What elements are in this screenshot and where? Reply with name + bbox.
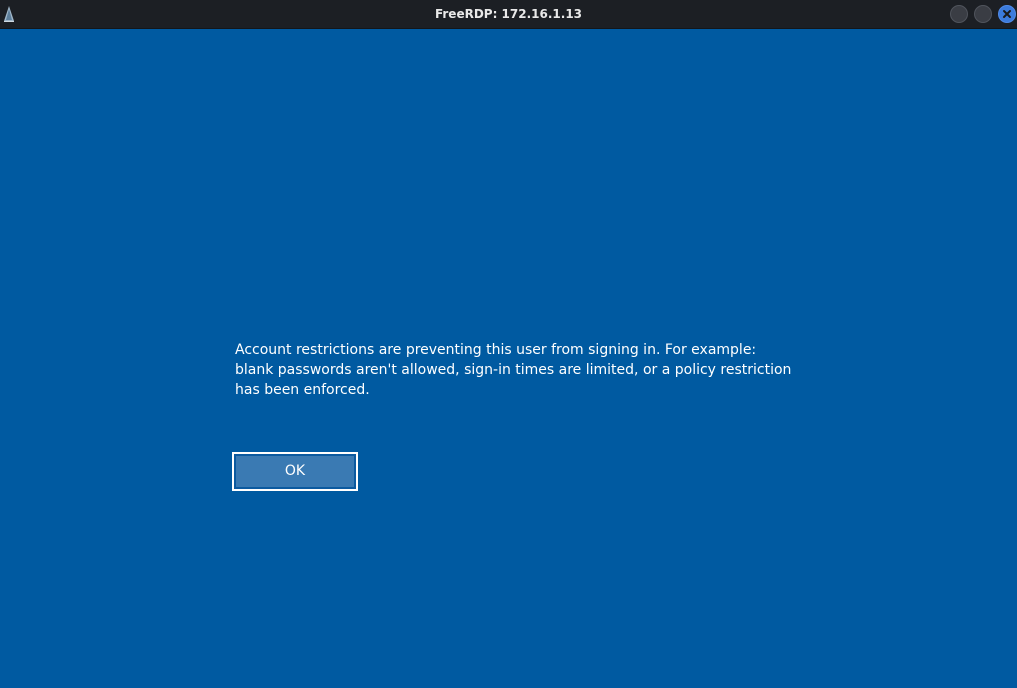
window-title: FreeRDP: 172.16.1.13 [434,7,583,21]
minimize-icon[interactable] [950,5,968,23]
title-bar[interactable]: FreeRDP: 172.16.1.13 [0,0,1017,29]
ok-button-label: OK [236,456,354,487]
ok-button[interactable]: OK [232,452,358,491]
remote-desktop-area: Account restrictions are preventing this… [0,29,1017,688]
close-icon[interactable] [998,5,1016,23]
rdp-window: FreeRDP: 172.16.1.13 Account restriction… [0,0,1017,688]
maximize-icon[interactable] [974,5,992,23]
error-message: Account restrictions are preventing this… [235,342,792,398]
